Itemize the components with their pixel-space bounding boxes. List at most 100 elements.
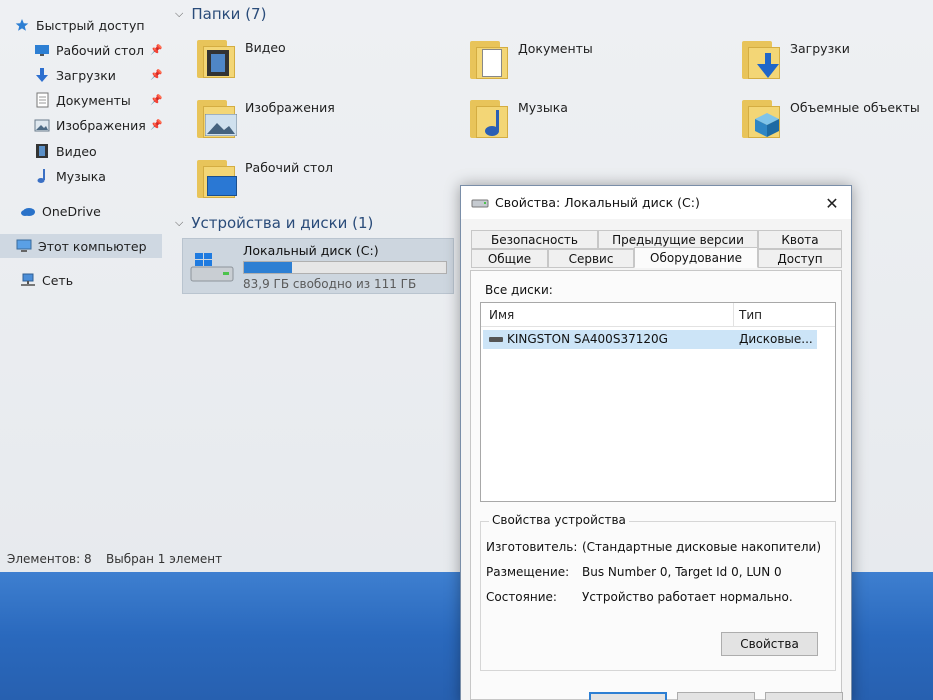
apply-button[interactable] xyxy=(765,692,843,700)
network-icon xyxy=(20,272,36,288)
tab-sharing[interactable]: Доступ xyxy=(758,249,842,268)
tab-general[interactable]: Общие xyxy=(471,249,548,268)
windows-drive-icon xyxy=(189,251,235,285)
music-note-icon xyxy=(34,168,50,184)
device-properties-button[interactable]: Свойства xyxy=(721,632,818,656)
status-selected-count: Выбран 1 элемент xyxy=(106,552,223,566)
folder-3d-objects[interactable]: Объемные объекты xyxy=(742,96,920,140)
drive-free-space: 83,9 ГБ свободно из 111 ГБ xyxy=(243,277,417,291)
location-label: Размещение: xyxy=(486,565,570,579)
nav-quick-access-label: Быстрый доступ xyxy=(36,17,145,33)
document-icon xyxy=(34,92,50,108)
device-properties-title: Свойства устройства xyxy=(489,513,629,527)
tab-hardware[interactable]: Оборудование xyxy=(634,247,758,268)
folder-label: Загрузки xyxy=(790,41,850,56)
folder-label: Музыка xyxy=(518,100,568,115)
nav-item-videos[interactable]: Видео xyxy=(34,140,97,162)
chevron-down-icon: ⌵ xyxy=(175,7,184,20)
folders-section-header[interactable]: ⌵ Папки (7) xyxy=(175,5,266,23)
drive-usage-fill xyxy=(244,262,293,273)
computer-icon xyxy=(16,238,32,254)
manufacturer-label: Изготовитель: xyxy=(486,540,578,554)
nav-network[interactable]: Сеть xyxy=(20,269,73,291)
all-disks-label: Все диски: xyxy=(485,283,553,297)
drive-c-tile[interactable]: Локальный диск (C:) 83,9 ГБ свободно из … xyxy=(182,238,454,294)
desktop-icon xyxy=(34,42,50,58)
chevron-down-icon: ⌵ xyxy=(175,216,184,229)
film-icon xyxy=(34,143,50,159)
nav-item-label: Рабочий стол xyxy=(56,42,144,58)
pin-icon: 📌 xyxy=(150,94,163,106)
close-icon[interactable]: ✕ xyxy=(821,192,843,214)
pin-icon: 📌 xyxy=(150,119,163,131)
tab-quota[interactable]: Квота xyxy=(758,230,842,249)
download-arrow-icon xyxy=(34,67,50,83)
nav-onedrive-label: OneDrive xyxy=(42,203,101,219)
list-header: Имя Тип xyxy=(481,303,835,327)
devices-section-title: Устройства и диски (1) xyxy=(191,214,374,232)
folder-label: Рабочий стол xyxy=(245,160,333,175)
disks-list[interactable]: Имя Тип KINGSTON SA400S37120G Дисковые..… xyxy=(480,302,836,502)
folder-download-icon xyxy=(742,37,782,81)
folder-desktop-icon xyxy=(197,156,237,200)
nav-item-label: Документы xyxy=(56,92,131,108)
status-item-count: Элементов: 8 xyxy=(7,552,92,566)
dialog-titlebar[interactable]: Свойства: Локальный диск (C:) ✕ xyxy=(461,186,851,219)
folder-videos[interactable]: Видео xyxy=(197,36,286,80)
nav-item-downloads[interactable]: Загрузки 📌 xyxy=(34,64,162,86)
column-name-header[interactable]: Имя xyxy=(489,308,514,322)
cancel-button[interactable] xyxy=(677,692,755,700)
ok-button[interactable] xyxy=(589,692,667,700)
disk-type: Дисковые... xyxy=(739,332,813,346)
folder-music-icon xyxy=(470,96,510,140)
folder-pictures[interactable]: Изображения xyxy=(197,96,335,140)
nav-item-pictures[interactable]: Изображения 📌 xyxy=(34,114,162,136)
pin-icon: 📌 xyxy=(150,44,163,56)
list-item[interactable]: KINGSTON SA400S37120G Дисковые... xyxy=(483,330,817,349)
disk-properties-dialog: Свойства: Локальный диск (C:) ✕ Безопасн… xyxy=(460,185,852,700)
devices-section-header[interactable]: ⌵ Устройства и диски (1) xyxy=(175,214,373,232)
folder-cube-icon xyxy=(742,96,782,140)
nav-item-label: Видео xyxy=(56,143,97,159)
folder-label: Изображения xyxy=(245,100,335,115)
status-value: Устройство работает нормально. xyxy=(582,590,793,604)
star-icon xyxy=(14,17,30,33)
drive-usage-bar xyxy=(243,261,447,274)
nav-item-label: Музыка xyxy=(56,168,106,184)
pin-icon: 📌 xyxy=(150,69,163,81)
nav-this-pc-label: Этот компьютер xyxy=(38,238,147,254)
cloud-icon xyxy=(20,203,36,219)
nav-onedrive[interactable]: OneDrive xyxy=(20,200,101,222)
folder-label: Объемные объекты xyxy=(790,100,920,115)
nav-item-label: Загрузки xyxy=(56,67,116,83)
nav-this-pc[interactable]: Этот компьютер xyxy=(0,234,162,258)
folder-label: Видео xyxy=(245,40,286,55)
folder-document-icon xyxy=(470,37,510,81)
folder-documents[interactable]: Документы xyxy=(470,37,593,81)
tab-tools[interactable]: Сервис xyxy=(548,249,634,268)
nav-item-music[interactable]: Музыка xyxy=(34,165,106,187)
picture-icon xyxy=(34,117,50,133)
folder-downloads[interactable]: Загрузки xyxy=(742,37,850,81)
folder-desktop[interactable]: Рабочий стол xyxy=(197,156,333,200)
manufacturer-value: (Стандартные дисковые накопители) xyxy=(582,540,822,554)
location-value: Bus Number 0, Target Id 0, LUN 0 xyxy=(582,565,782,579)
disk-drive-icon xyxy=(489,337,503,342)
hardware-tab-panel: Все диски: Имя Тип KINGSTON SA400S37120G… xyxy=(470,270,842,700)
nav-item-documents[interactable]: Документы 📌 xyxy=(34,89,162,111)
navigation-pane: Быстрый доступ Рабочий стол 📌 Загрузки 📌… xyxy=(0,0,165,540)
nav-network-label: Сеть xyxy=(42,272,74,288)
dialog-title: Свойства: Локальный диск (C:) xyxy=(495,195,700,210)
folder-label: Документы xyxy=(518,41,593,56)
nav-item-desktop[interactable]: Рабочий стол 📌 xyxy=(34,39,162,61)
folder-music[interactable]: Музыка xyxy=(470,96,568,140)
device-properties-group: Свойства устройства Изготовитель: (Станд… xyxy=(480,513,836,671)
folder-picture-icon xyxy=(197,96,237,140)
tab-security[interactable]: Безопасность xyxy=(471,230,598,249)
drive-icon xyxy=(471,197,489,209)
nav-quick-access[interactable]: Быстрый доступ xyxy=(14,14,145,36)
status-label: Состояние: xyxy=(486,590,557,604)
column-type-header[interactable]: Тип xyxy=(739,308,762,322)
disk-name: KINGSTON SA400S37120G xyxy=(507,332,668,346)
drive-name: Локальный диск (C:) xyxy=(243,243,379,258)
